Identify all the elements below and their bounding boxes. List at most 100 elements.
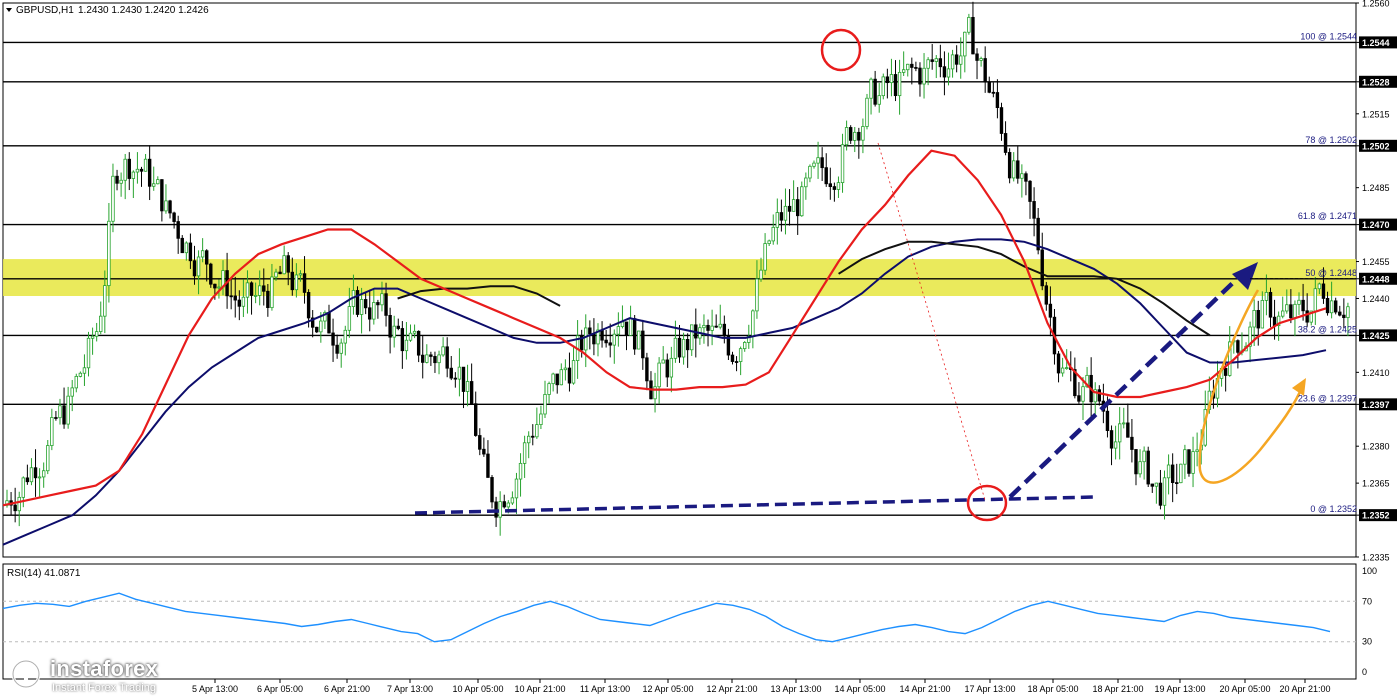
candle-body: [604, 339, 608, 344]
fib-level-label: 61.8 @ 1.2471: [1298, 211, 1357, 221]
candle-body: [82, 367, 87, 374]
candle-body: [319, 320, 323, 333]
candle-body: [274, 271, 278, 278]
candle-body: [1317, 283, 1322, 290]
candle-body: [1321, 283, 1326, 299]
candle-body: [669, 357, 674, 378]
candle-body: [1142, 450, 1146, 463]
candle-body: [641, 330, 645, 359]
y-tick-label: 1.2410: [1362, 368, 1390, 378]
x-tick-label: 14 Apr 21:00: [899, 684, 950, 694]
candle-body: [86, 337, 91, 369]
candle-body: [58, 405, 62, 419]
candle-body: [535, 424, 539, 438]
candle-body: [612, 333, 616, 346]
support-resistance-zone: [3, 259, 1356, 297]
candle-body: [779, 212, 784, 221]
candle-body: [950, 54, 955, 70]
candle-body: [828, 183, 833, 188]
candle-body: [893, 74, 898, 97]
candle-body: [967, 16, 971, 33]
candle-body: [506, 502, 511, 508]
candle-body: [180, 237, 184, 254]
candle-body: [46, 445, 50, 472]
candle-body: [702, 324, 706, 329]
candle-body: [861, 126, 865, 141]
candle-body: [853, 131, 857, 141]
candle-body: [706, 324, 710, 331]
candle-body: [567, 367, 572, 384]
candle-body: [241, 296, 246, 307]
x-tick-label: 20 Apr 21:00: [1279, 684, 1330, 694]
y-tick-label: 1.2455: [1362, 257, 1390, 267]
fib-level-label: 38.2 @ 1.2425: [1298, 324, 1357, 334]
candle-body: [392, 325, 396, 338]
candle-body: [188, 242, 193, 262]
candle-body: [865, 97, 869, 127]
x-tick-label: 11 Apr 13:00: [580, 684, 630, 694]
candle-body: [1020, 173, 1024, 179]
chart-header: GBPUSD,H1 1.2430 1.2430 1.2420 1.2426: [6, 5, 209, 16]
candle-body: [298, 273, 303, 276]
y-tick-label: 1.2440: [1362, 294, 1390, 304]
candle-body: [518, 462, 523, 480]
candle-body: [539, 413, 543, 425]
candle-body: [1040, 249, 1044, 287]
candle-body: [897, 71, 902, 97]
rsi-axis-label: 100: [1362, 566, 1377, 576]
candle-body: [1105, 410, 1110, 431]
y-tick-label: 1.2397: [1362, 400, 1390, 410]
candle-body: [502, 501, 506, 508]
candle-body: [257, 285, 262, 296]
candle-body: [1146, 450, 1150, 485]
candle-body: [1154, 482, 1159, 487]
candle-body: [987, 81, 991, 93]
candle-body: [1081, 386, 1085, 402]
y-tick-label: 1.2380: [1362, 442, 1390, 452]
candle-body: [54, 417, 58, 419]
candle-body: [249, 282, 254, 296]
candle-body: [213, 283, 217, 289]
candle-body: [184, 242, 189, 254]
candle-body: [1044, 285, 1049, 305]
candle-body: [791, 199, 796, 212]
candle-body: [1064, 367, 1069, 370]
candle-body: [877, 95, 881, 105]
candle-body: [1077, 395, 1081, 402]
candle-body: [457, 366, 462, 380]
candle-body: [355, 290, 360, 315]
y-tick-label: 1.2335: [1362, 553, 1390, 563]
candle-body: [429, 354, 433, 357]
candle-body: [759, 269, 763, 280]
candle-body: [906, 63, 910, 71]
candle-body: [1187, 449, 1191, 474]
fib-level-label: 0 @ 1.2352: [1310, 504, 1357, 514]
y-tick-label: 1.2352: [1362, 511, 1390, 521]
candle-body: [869, 78, 873, 99]
candle-body: [673, 337, 678, 359]
candle-body: [1301, 299, 1305, 312]
y-tick-label: 1.2528: [1362, 77, 1390, 87]
rsi-axis-label: 70: [1362, 596, 1372, 606]
candle-body: [343, 329, 347, 344]
candle-body: [645, 357, 649, 382]
candle-body: [959, 55, 963, 65]
candle-body: [755, 278, 759, 312]
candle-body: [449, 367, 453, 379]
chart-canvas[interactable]: 100 @ 1.2544 78 @ 1.2502 61.8 @ 1.2471 50 @…: [0, 0, 1400, 700]
x-tick-label: 5 Apr 13:00: [192, 684, 238, 694]
candle-body: [934, 58, 938, 62]
candle-body: [469, 381, 474, 405]
candle-body: [41, 470, 46, 478]
candle-body: [327, 312, 331, 334]
candle-body: [588, 327, 592, 335]
candle-body: [290, 271, 295, 291]
candle-body: [775, 212, 780, 228]
candle-body: [331, 332, 335, 346]
candle-body: [751, 310, 755, 337]
x-tick-label: 18 Apr 05:00: [1027, 684, 1078, 694]
candle-body: [1138, 461, 1142, 475]
candle-body: [119, 179, 123, 184]
candle-body: [176, 221, 180, 239]
candle-body: [99, 315, 103, 333]
